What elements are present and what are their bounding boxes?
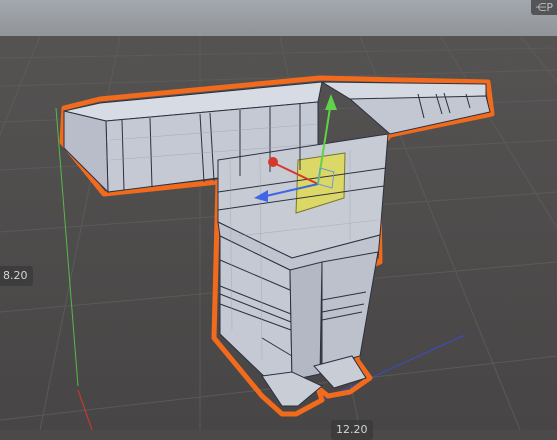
- left-leg-side: [289, 261, 323, 381]
- orientation-widget-label: P: [546, 1, 553, 14]
- orientation-widget[interactable]: ⋲P: [531, 0, 557, 15]
- sky-background: [0, 0, 557, 40]
- scene-orientation-icon[interactable]: ⋲: [535, 1, 546, 14]
- scene-canvas[interactable]: [0, 0, 557, 431]
- dimension-width-label: 12.20: [331, 420, 373, 440]
- dimension-height-label: 8.20: [0, 266, 33, 286]
- gizmo-x-handle[interactable]: [268, 157, 278, 167]
- scene-viewport[interactable]: 8.20 12.20 ⋲P: [0, 0, 557, 440]
